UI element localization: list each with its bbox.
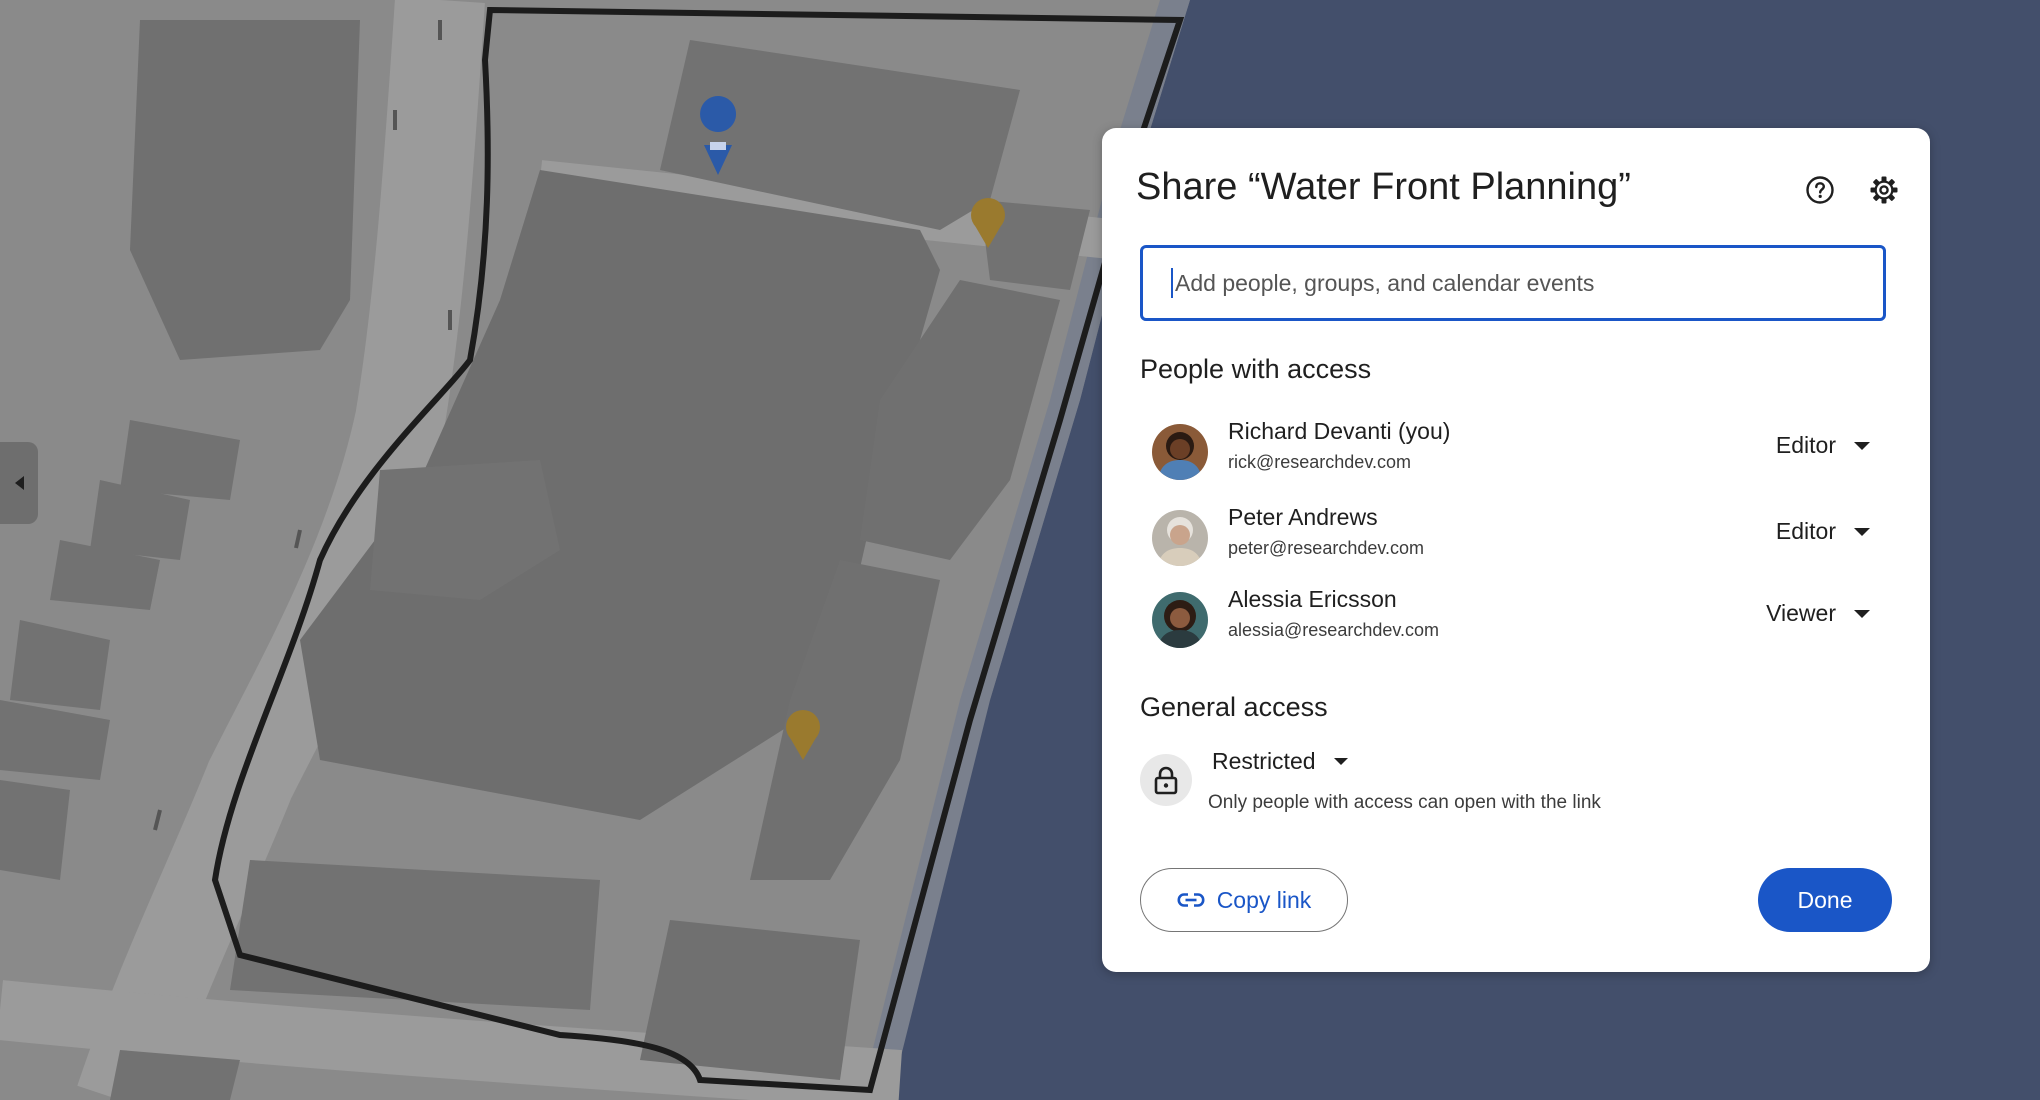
add-people-input-box[interactable] [1140, 245, 1886, 321]
role-dropdown[interactable]: Editor [1776, 432, 1882, 459]
gear-icon [1870, 176, 1898, 204]
person-name: Alessia Ericsson [1228, 586, 1397, 612]
chevron-left-icon [14, 476, 24, 490]
text-cursor [1171, 268, 1173, 298]
people-with-access-heading: People with access [1140, 354, 1372, 384]
role-label: Editor [1775, 432, 1836, 458]
general-access-dropdown[interactable]: Restricted [1212, 748, 1348, 775]
dialog-title: Share “Water Front Planning” [1136, 166, 1631, 208]
link-icon [1177, 893, 1205, 907]
role-label: Viewer [1766, 600, 1836, 626]
chevron-down-icon [1854, 609, 1870, 618]
settings-button[interactable] [1866, 172, 1902, 208]
person-row: Richard Devanti (you) rick@researchdev.c… [1152, 418, 1882, 488]
avatar [1152, 592, 1208, 648]
role-dropdown[interactable]: Viewer [1766, 600, 1882, 627]
add-people-input[interactable] [1175, 269, 1815, 297]
chevron-down-icon [1333, 758, 1348, 765]
avatar [1152, 424, 1208, 480]
person-row: Alessia Ericsson alessia@researchdev.com… [1152, 586, 1882, 656]
general-access-value: Restricted [1212, 748, 1316, 774]
general-access-heading: General access [1140, 692, 1328, 722]
person-name: Richard Devanti (you) [1228, 418, 1451, 444]
done-button[interactable]: Done [1758, 868, 1892, 932]
avatar [1152, 510, 1208, 566]
role-label: Editor [1775, 518, 1836, 544]
lock-icon [1154, 766, 1178, 795]
person-email: rick@researchdev.com [1228, 452, 1411, 472]
copy-link-label: Copy link [1216, 886, 1312, 913]
help-icon [1806, 176, 1834, 204]
help-button[interactable] [1802, 172, 1838, 208]
chevron-down-icon [1854, 527, 1870, 536]
share-dialog: Share “Water Front Planning” Add people,… [1102, 128, 1930, 972]
general-access-description: Only people with access can open with th… [1208, 792, 1601, 813]
role-dropdown[interactable]: Editor [1776, 518, 1882, 545]
copy-link-button[interactable]: Copy link [1140, 868, 1348, 932]
person-email: alessia@researchdev.com [1228, 620, 1440, 640]
person-email: peter@researchdev.com [1228, 538, 1425, 558]
side-panel-toggle[interactable] [0, 442, 38, 524]
app-screen: Share “Water Front Planning” Add people,… [0, 0, 2040, 1100]
chevron-down-icon [1854, 441, 1870, 450]
person-row: Peter Andrews peter@researchdev.com Edit… [1152, 504, 1882, 574]
person-name: Peter Andrews [1228, 504, 1378, 530]
lock-badge [1140, 754, 1192, 806]
